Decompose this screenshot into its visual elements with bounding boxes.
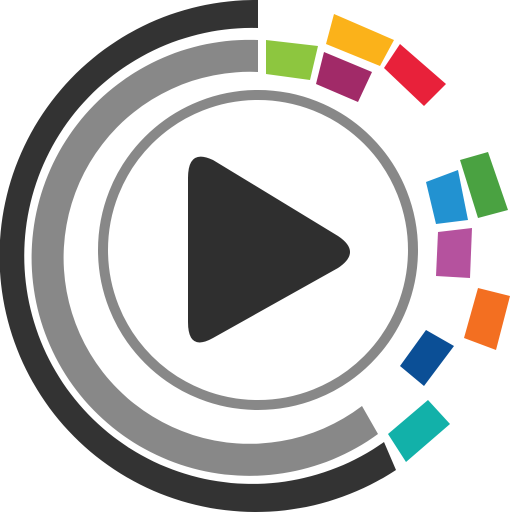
logo: [0, 0, 512, 512]
segment-navy: [400, 330, 454, 386]
segment-green: [460, 152, 508, 218]
segment-orange: [464, 288, 510, 350]
play-icon: [188, 156, 350, 343]
segment-teal: [388, 400, 450, 462]
segment-red: [384, 44, 446, 106]
segment-blue: [426, 170, 468, 224]
logo-graphic: [0, 0, 510, 512]
segment-purple: [316, 52, 372, 102]
segment-magenta: [436, 228, 472, 278]
segment-lime: [266, 40, 318, 80]
